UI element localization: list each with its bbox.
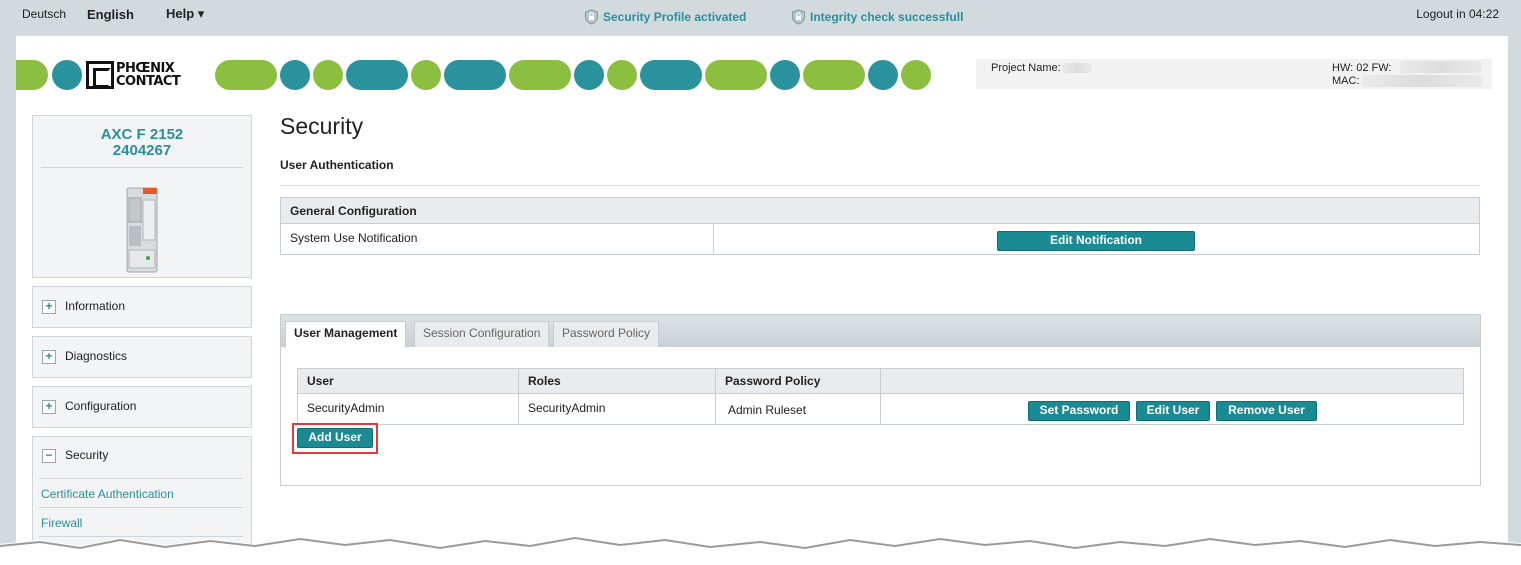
plc-device-image (126, 187, 158, 273)
device-card-divider (41, 167, 243, 168)
column-divider (715, 369, 716, 424)
device-order-number: 2404267 (112, 142, 172, 159)
subtitle-divider (280, 185, 1480, 186)
divider (39, 507, 243, 508)
general-configuration-panel: General Configuration System Use Notific… (280, 197, 1480, 255)
general-configuration-header: General Configuration (281, 198, 1479, 224)
column-header-user: User (307, 374, 334, 388)
page-margin-left (0, 36, 16, 565)
sidebar-item-configuration[interactable]: + Configuration (32, 386, 252, 428)
expand-icon[interactable]: + (42, 300, 56, 314)
tab-user-management[interactable]: User Management (285, 321, 407, 348)
phoenix-contact-logo: PHŒNIX CONTACT (86, 59, 210, 91)
torn-edge (0, 536, 1521, 565)
user-cell: SecurityAdmin (307, 401, 385, 415)
mac-address-redacted (1362, 75, 1482, 87)
project-name-label: Project Name: (991, 62, 1061, 74)
section-subtitle: User Authentication (280, 158, 394, 172)
device-model: AXC F 2152 (100, 126, 184, 143)
set-password-button[interactable]: Set Password (1028, 401, 1130, 421)
sidebar-item-label: Configuration (65, 399, 137, 413)
top-bar: Deutsch English Help ▾ Security Profile … (0, 0, 1521, 36)
edit-user-button[interactable]: Edit User (1136, 401, 1210, 421)
tab-strip: User Management Session Configuration Pa… (281, 315, 1480, 348)
column-header-password-policy: Password Policy (725, 374, 821, 388)
device-card: AXC F 2152 2404267 (32, 115, 252, 278)
sidebar-item-diagnostics[interactable]: + Diagnostics (32, 336, 252, 378)
logout-link[interactable]: Logout in 04:22 (1416, 7, 1499, 21)
system-use-notification-row: System Use Notification (281, 224, 1479, 255)
highlight-box (292, 423, 378, 454)
sidebar-item-label: Diagnostics (65, 349, 128, 363)
sidebar-item-label: Security (65, 448, 109, 462)
sidebar-subitem-certificate-authentication[interactable]: Certificate Authentication (41, 487, 174, 501)
language-english-link[interactable]: English (87, 7, 134, 22)
hw-fw-label: HW: 02 FW: (1332, 62, 1392, 74)
fw-version-redacted (1400, 61, 1482, 73)
logo-line-2: CONTACT (116, 74, 181, 89)
system-use-notification-label: System Use Notification (290, 231, 418, 245)
remove-user-button[interactable]: Remove User (1216, 401, 1317, 421)
security-profile-text: Security Profile activated (603, 10, 747, 24)
mac-label: MAC: (1332, 75, 1360, 87)
language-deutsch-link[interactable]: Deutsch (22, 7, 66, 21)
collapse-icon[interactable]: − (42, 449, 56, 463)
sidebar-item-label: Information (65, 299, 126, 313)
logo-mark-icon (86, 61, 114, 89)
column-divider (518, 369, 519, 424)
tab-session-configuration[interactable]: Session Configuration (414, 321, 550, 347)
shield-lock-icon (585, 9, 598, 25)
roles-cell: SecurityAdmin (528, 401, 606, 415)
column-header-roles: Roles (528, 374, 561, 388)
edit-notification-button[interactable]: Edit Notification (997, 231, 1195, 251)
column-divider (880, 369, 881, 424)
project-info-box: Project Name: HW: 02 FW: MAC: (976, 59, 1492, 89)
integrity-check-text: Integrity check successfull (810, 10, 964, 24)
security-profile-status: Security Profile activated (584, 9, 746, 25)
project-name-redacted (1062, 63, 1092, 73)
page-margin-right (1508, 36, 1521, 565)
shield-check-icon (792, 9, 805, 25)
divider (39, 478, 243, 479)
expand-icon[interactable]: + (42, 400, 56, 414)
sidebar-item-information[interactable]: + Information (32, 286, 252, 328)
integrity-check-status: Integrity check successfull (791, 9, 963, 25)
password-policy-cell: Admin Ruleset (728, 403, 807, 417)
column-divider (713, 224, 714, 255)
tab-password-policy[interactable]: Password Policy (553, 321, 660, 347)
expand-icon[interactable]: + (42, 350, 56, 364)
help-menu[interactable]: Help ▾ (166, 6, 204, 22)
page-title: Security (280, 113, 364, 139)
